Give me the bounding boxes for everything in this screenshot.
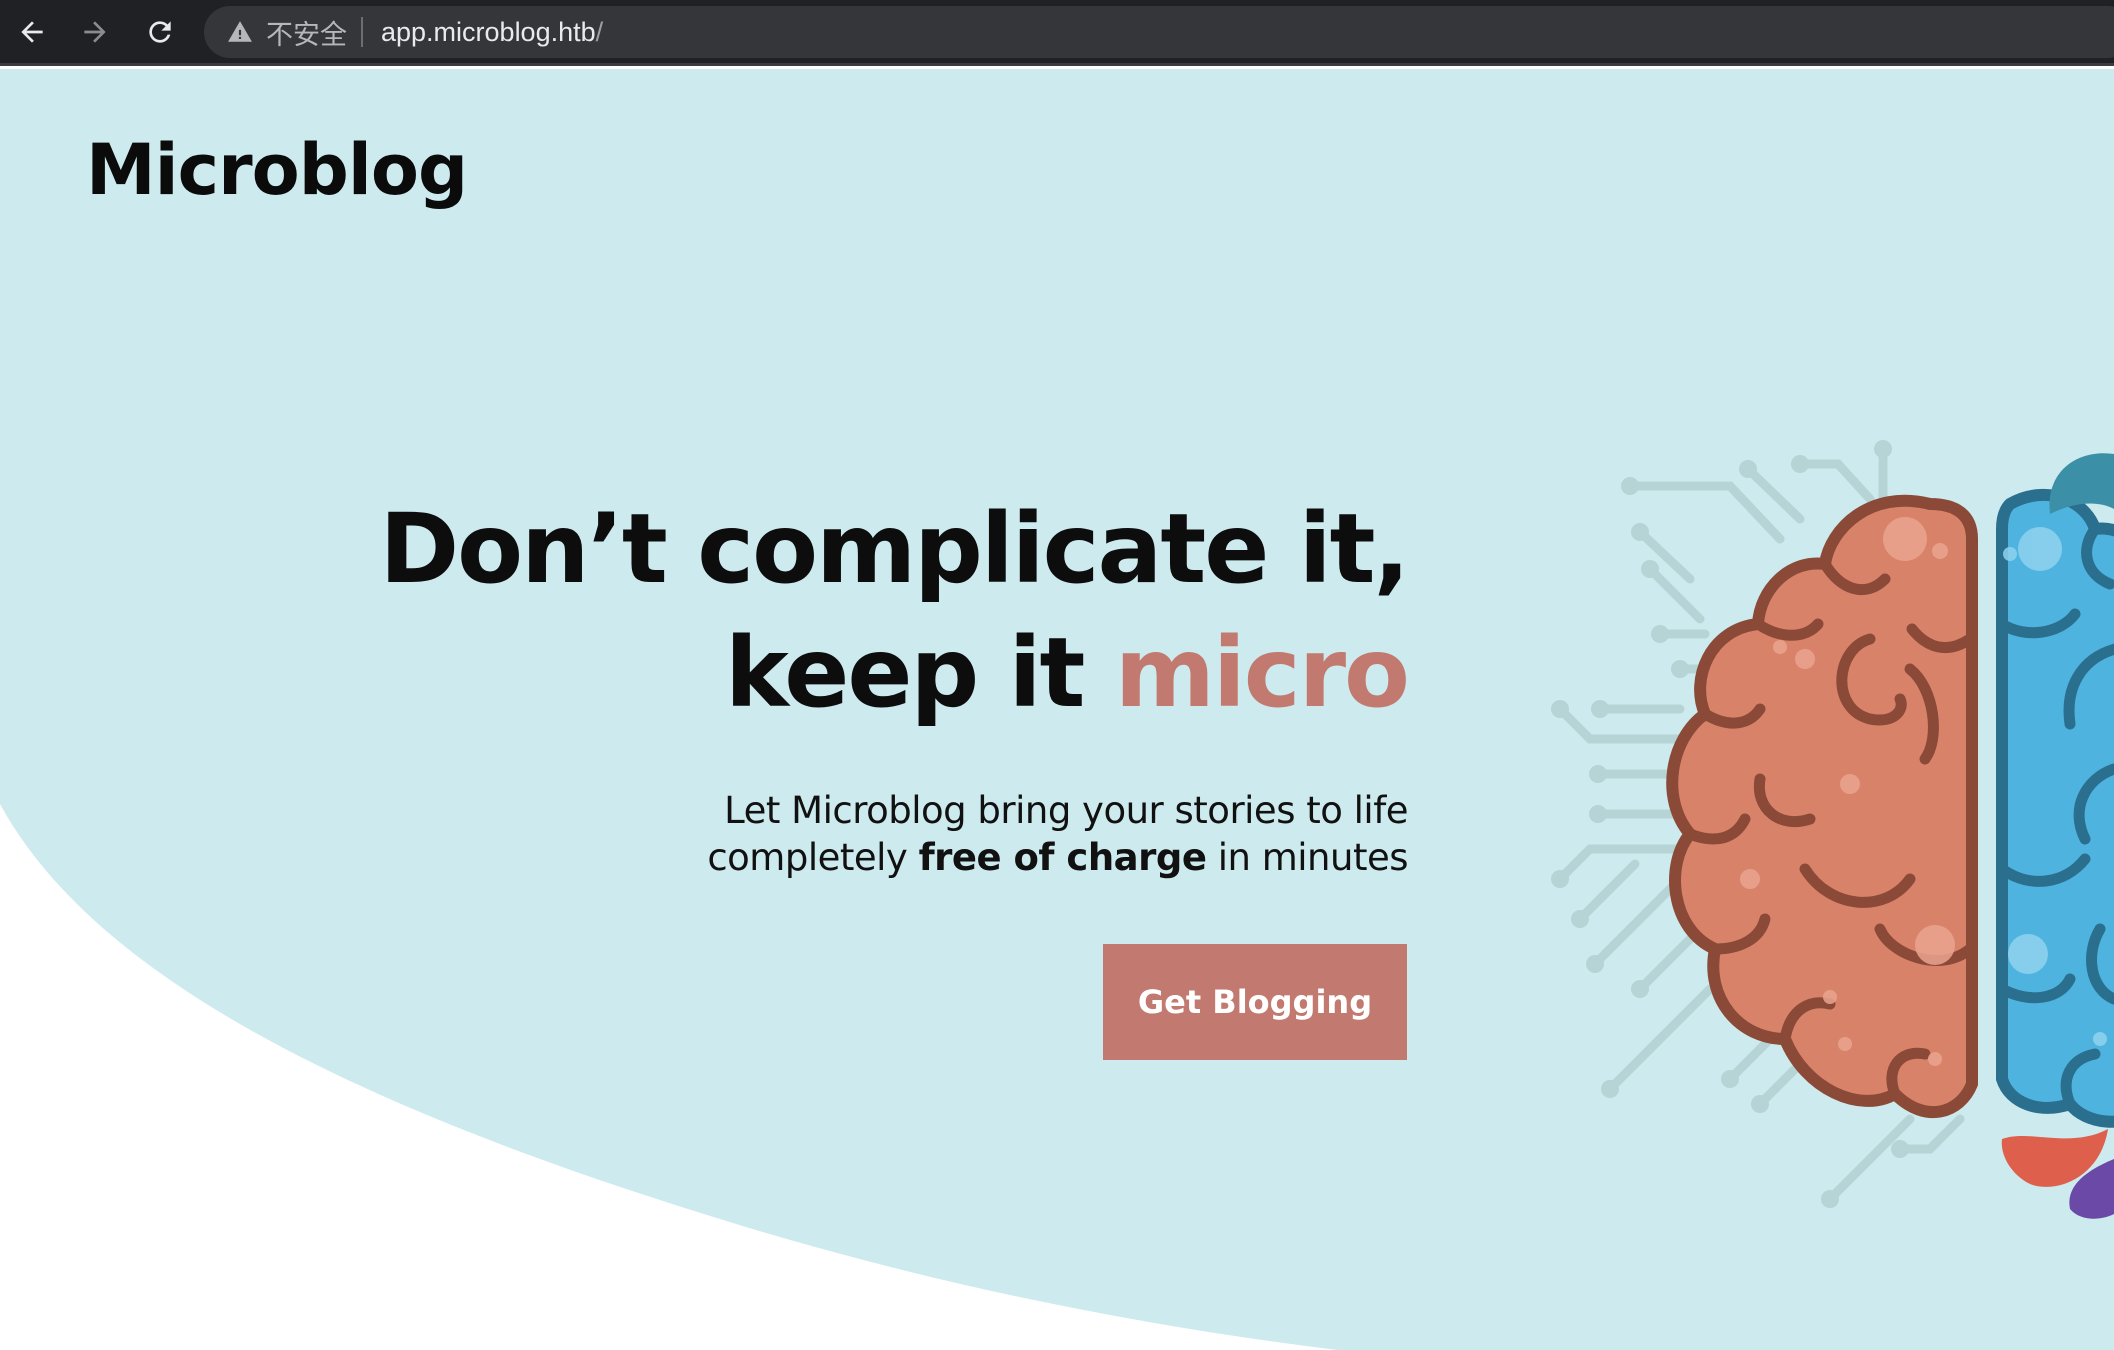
headline-line-1: Don’t complicate it, — [379, 493, 1410, 605]
divider — [361, 17, 363, 47]
subtext-line-2: completely free of charge in minutes — [707, 834, 1408, 881]
headline-accent: micro — [1114, 617, 1410, 729]
headline-line-2: keep it micro — [379, 611, 1410, 735]
brain-left-hemisphere — [1666, 494, 1978, 1118]
url-path: / — [595, 16, 604, 47]
site-logo[interactable]: Microblog — [86, 129, 468, 211]
hero-headline: Don’t complicate it, keep it micro — [379, 487, 1410, 735]
hero-subtext: Let Microblog bring your stories to life… — [707, 787, 1408, 881]
url-text[interactable]: app.microblog.htb/ — [381, 17, 603, 48]
page-viewport: Microblog Don’t complicate it, keep it m… — [0, 69, 2114, 1350]
reload-icon[interactable] — [138, 10, 182, 54]
warning-icon[interactable] — [226, 18, 254, 46]
back-arrow-icon[interactable] — [10, 10, 54, 54]
forward-arrow-icon[interactable] — [73, 10, 117, 54]
subtext-bold: free of charge — [918, 836, 1207, 879]
headline-prefix: keep it — [725, 617, 1115, 729]
subtext-prefix: completely — [707, 836, 919, 879]
security-status[interactable]: 不安全 — [266, 13, 347, 52]
get-blogging-button[interactable]: Get Blogging — [1103, 944, 1407, 1060]
brain-illustration — [1551, 440, 2114, 1219]
subtext-suffix: in minutes — [1206, 836, 1409, 879]
url-host: app.microblog.htb — [381, 16, 596, 47]
subtext-line-1: Let Microblog bring your stories to life — [724, 789, 1408, 832]
brain-right-hemisphere — [1996, 489, 2114, 1128]
browser-toolbar: 不安全 app.microblog.htb/ — [0, 0, 2114, 66]
address-bar[interactable]: 不安全 app.microblog.htb/ — [204, 6, 2114, 58]
